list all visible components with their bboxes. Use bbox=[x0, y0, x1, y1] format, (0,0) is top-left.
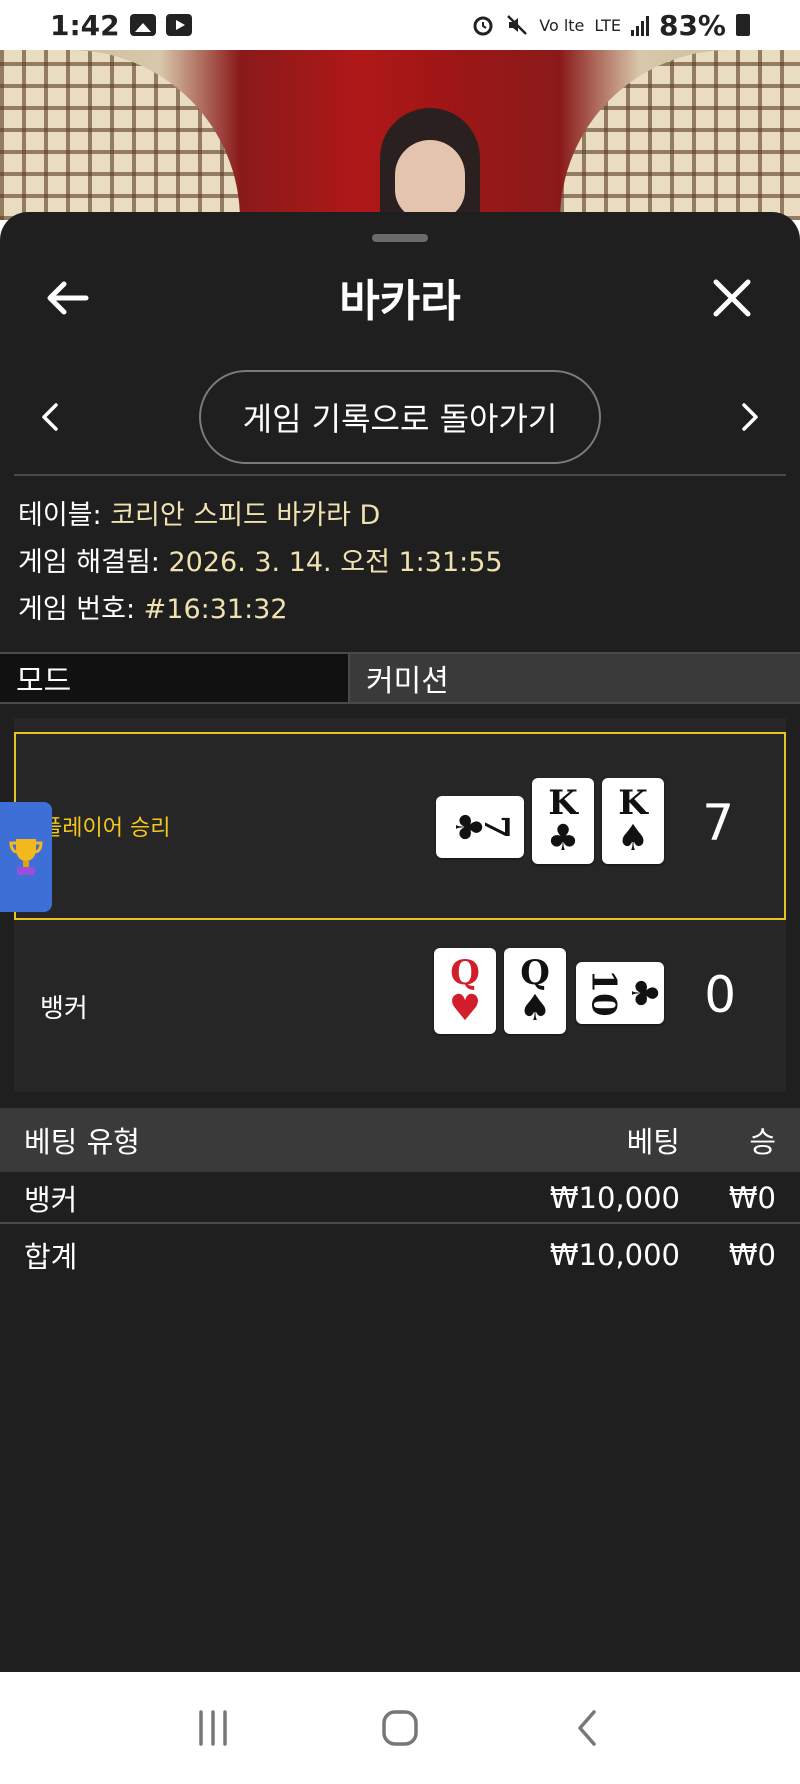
card-rank: 7 bbox=[476, 815, 517, 839]
table-row: 뱅커 ₩10,000 ₩0 bbox=[0, 1174, 800, 1224]
win-amount: ₩0 bbox=[728, 1181, 776, 1215]
home-button[interactable] bbox=[370, 1698, 430, 1758]
resolved-label: 게임 해결됨: bbox=[18, 547, 160, 578]
spade-icon: ♠ bbox=[518, 987, 552, 1029]
trophy-icon bbox=[9, 839, 43, 875]
table-label: 테이블: bbox=[18, 500, 102, 531]
mute-icon bbox=[507, 15, 528, 35]
back-to-history-button[interactable]: 게임 기록으로 돌아가기 bbox=[199, 370, 601, 464]
mode-tabs: 모드 커미션 bbox=[0, 652, 800, 704]
total-bet: ₩10,000 bbox=[549, 1238, 680, 1272]
next-game-button[interactable] bbox=[726, 391, 774, 443]
system-navigation-bar bbox=[0, 1672, 800, 1784]
home-icon bbox=[382, 1710, 418, 1746]
chevron-left-icon bbox=[42, 403, 58, 431]
banker-card-2: Q ♠ bbox=[504, 948, 566, 1034]
total-label: 합계 bbox=[24, 1240, 78, 1274]
spade-icon: ♠ bbox=[616, 817, 650, 859]
close-button[interactable] bbox=[700, 266, 764, 330]
chevron-right-icon bbox=[742, 403, 758, 431]
previous-game-button[interactable] bbox=[26, 391, 74, 443]
network-indicator: LTE bbox=[594, 15, 621, 35]
win-amount-header: 승 bbox=[749, 1125, 776, 1159]
lattice-decoration bbox=[0, 50, 240, 220]
total-row: 합계 ₩10,000 ₩0 bbox=[0, 1228, 800, 1282]
lattice-decoration bbox=[560, 50, 800, 220]
bet-amount: ₩10,000 bbox=[549, 1181, 680, 1215]
recent-apps-icon bbox=[199, 1710, 228, 1746]
card-rank: Q bbox=[520, 953, 550, 993]
gallery-icon bbox=[129, 14, 156, 36]
heart-icon: ♥ bbox=[448, 987, 482, 1029]
banker-result-label: 뱅커 bbox=[40, 994, 88, 1024]
divider bbox=[14, 474, 786, 476]
bet-table-header: 베팅 유형 베팅 승 bbox=[0, 1108, 800, 1172]
player-hand: 플레이어 승리 ♣ 7 K ♣ K ♠ 7 bbox=[14, 732, 786, 920]
sheet-header: 바카라 bbox=[0, 252, 800, 342]
table-value: 코리안 스피드 바카라 D bbox=[110, 500, 381, 531]
banker-score: 0 bbox=[704, 966, 736, 1024]
player-card-1: ♣ 7 bbox=[436, 796, 524, 858]
game-number-value: #16:31:32 bbox=[143, 594, 288, 625]
banker-hand: 뱅커 Q ♥ Q ♠ 10 ♣ 0 bbox=[14, 918, 786, 1094]
battery-percent: 83% bbox=[658, 8, 726, 42]
game-history-sheet: 바카라 게임 기록으로 돌아가기 테이블: 코리안 스피드 바카라 D 게임 해… bbox=[0, 212, 800, 1672]
tab-mode[interactable]: 모드 bbox=[0, 654, 350, 702]
bet-type: 뱅커 bbox=[24, 1183, 78, 1217]
player-score: 7 bbox=[702, 794, 734, 852]
page-title: 바카라 bbox=[339, 276, 461, 327]
history-navigation: 게임 기록으로 돌아가기 bbox=[0, 367, 800, 467]
trophy-tab-button[interactable] bbox=[0, 802, 52, 912]
club-icon: ♣ bbox=[622, 976, 665, 1010]
total-win: ₩0 bbox=[728, 1238, 776, 1272]
alarm-icon bbox=[473, 16, 493, 36]
back-button[interactable] bbox=[36, 266, 100, 330]
close-icon bbox=[713, 279, 751, 317]
status-time: 1:42 bbox=[50, 8, 120, 42]
recent-apps-button[interactable] bbox=[183, 1698, 243, 1758]
card-rank: 10 bbox=[583, 969, 624, 1017]
arrow-left-icon bbox=[47, 281, 89, 315]
card-rank: Q bbox=[450, 953, 480, 993]
tab-commission[interactable]: 커미션 bbox=[350, 654, 800, 702]
table-info: 테이블: 코리안 스피드 바카라 D bbox=[18, 492, 503, 539]
live-video-background bbox=[0, 50, 800, 220]
status-bar: 1:42 Vo lte LTE 83% bbox=[0, 0, 800, 50]
card-rank: K bbox=[548, 783, 578, 823]
resolved-info: 게임 해결됨: 2026. 3. 14. 오전 1:31:55 bbox=[18, 539, 503, 586]
signal-icon bbox=[630, 14, 649, 36]
game-number-label: 게임 번호: bbox=[18, 594, 136, 625]
banker-card-1: Q ♥ bbox=[434, 948, 496, 1034]
drag-handle[interactable] bbox=[372, 234, 428, 242]
youtube-icon bbox=[165, 14, 192, 36]
player-result-label: 플레이어 승리 bbox=[42, 816, 171, 841]
bet-type-header: 베팅 유형 bbox=[24, 1125, 140, 1159]
card-rank: K bbox=[618, 783, 648, 823]
chevron-left-icon bbox=[577, 1710, 596, 1746]
player-card-3: K ♠ bbox=[602, 778, 664, 864]
player-card-2: K ♣ bbox=[532, 778, 594, 864]
battery-icon bbox=[736, 14, 750, 36]
bet-amount-header: 베팅 bbox=[626, 1125, 680, 1159]
game-info: 테이블: 코리안 스피드 바카라 D 게임 해결됨: 2026. 3. 14. … bbox=[18, 492, 503, 633]
club-icon: ♣ bbox=[546, 817, 580, 859]
volte-indicator: Vo lte bbox=[539, 15, 585, 35]
game-number-info: 게임 번호: #16:31:32 bbox=[18, 586, 503, 633]
system-back-button[interactable] bbox=[557, 1698, 617, 1758]
game-result: 플레이어 승리 ♣ 7 K ♣ K ♠ 7 뱅커 Q ♥ Q ♠ 10 ♣ 0 bbox=[14, 718, 786, 1092]
resolved-value: 2026. 3. 14. 오전 1:31:55 bbox=[168, 547, 503, 578]
dealer-face bbox=[395, 140, 465, 220]
banker-card-3: 10 ♣ bbox=[576, 962, 665, 1024]
